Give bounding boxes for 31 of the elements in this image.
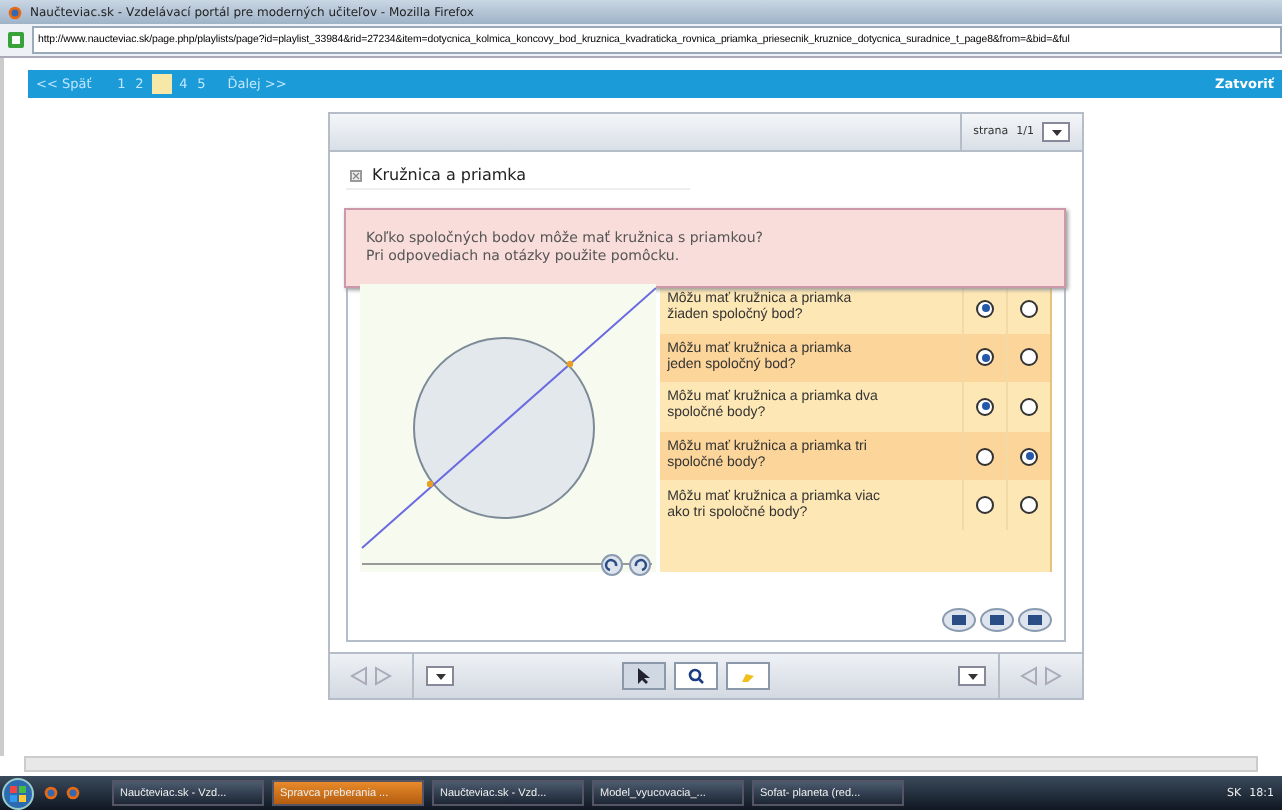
answer-radio[interactable] bbox=[1020, 348, 1038, 367]
highlighter-icon bbox=[740, 668, 756, 684]
search-icon bbox=[688, 668, 704, 684]
answer-radio[interactable] bbox=[976, 397, 994, 416]
pointer-tool[interactable] bbox=[622, 662, 666, 690]
page-dropdown[interactable] bbox=[1042, 122, 1070, 142]
menu-dropdown[interactable] bbox=[958, 666, 986, 686]
answer-radio[interactable] bbox=[1020, 397, 1038, 416]
start-button[interactable] bbox=[0, 777, 36, 809]
scrollbar[interactable] bbox=[24, 756, 1258, 772]
caret-icon bbox=[435, 673, 445, 679]
site-icon bbox=[8, 32, 24, 48]
current-page-marker[interactable] bbox=[151, 74, 172, 94]
answer-radio[interactable] bbox=[976, 348, 994, 367]
answer-radio[interactable] bbox=[976, 496, 994, 515]
tool-icon[interactable] bbox=[942, 608, 976, 632]
answer-radio[interactable] bbox=[1020, 299, 1038, 318]
pointer-icon bbox=[638, 668, 650, 684]
answer-radio[interactable] bbox=[976, 299, 994, 318]
answer-radio[interactable] bbox=[1020, 447, 1038, 466]
firefox-icon bbox=[8, 5, 22, 19]
collapse-icon[interactable] bbox=[350, 169, 362, 181]
answer-radio[interactable] bbox=[976, 447, 994, 466]
caret-icon bbox=[1051, 129, 1061, 135]
menu-dropdown[interactable] bbox=[426, 666, 454, 686]
tool-icon[interactable] bbox=[1018, 608, 1052, 632]
tool-icon[interactable] bbox=[980, 608, 1014, 632]
caret-icon bbox=[967, 673, 977, 679]
search-tool[interactable] bbox=[674, 662, 718, 690]
answer-radio[interactable] bbox=[1020, 496, 1038, 515]
lesson-heading: Kružnica a priamka bbox=[372, 166, 527, 184]
